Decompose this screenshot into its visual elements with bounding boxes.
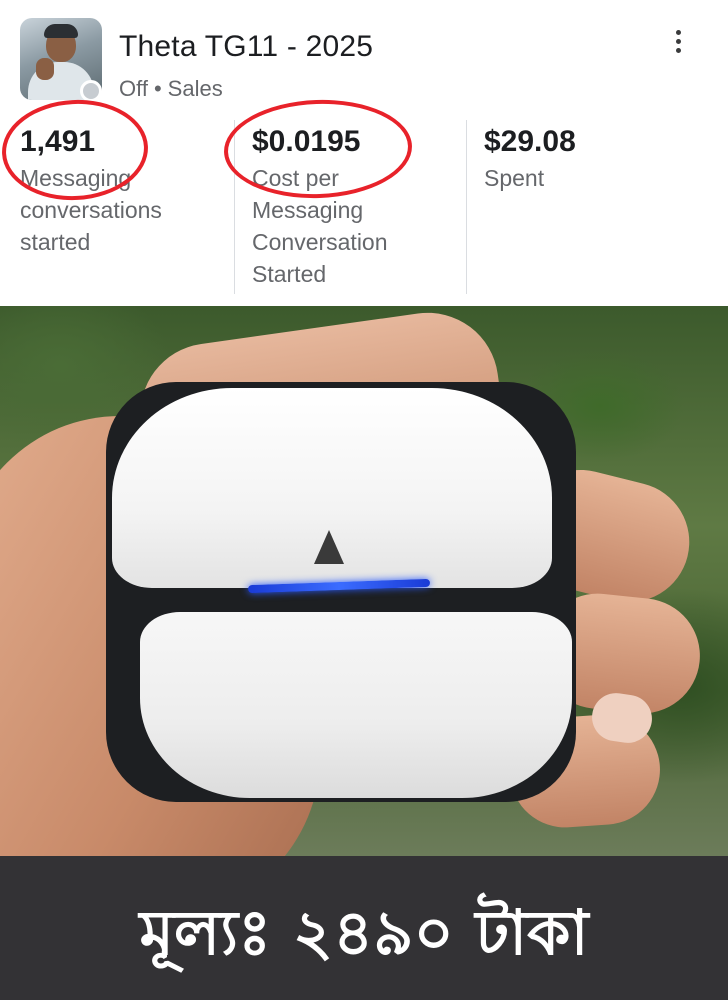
- campaign-title[interactable]: Theta TG11 - 2025: [119, 30, 373, 64]
- more-options-button[interactable]: [664, 26, 692, 60]
- status-dot-icon: [80, 80, 102, 102]
- case-lid-bottom: [140, 612, 572, 798]
- campaign-subtitle: Off • Sales: [119, 76, 223, 102]
- metric-label: Spent: [484, 165, 545, 191]
- price-text: মূল্যঃ ২৪৯০ টাকা: [139, 896, 589, 969]
- campaign-objective: Sales: [167, 76, 223, 101]
- brand-logo-icon: [314, 530, 344, 564]
- more-vertical-icon: [664, 30, 692, 53]
- avatar-hand: [36, 58, 54, 80]
- ad-summary-card: Theta TG11 - 2025 Off • Sales 1,491 Messag…: [0, 0, 728, 306]
- metric-divider: [466, 120, 467, 294]
- campaign-status: Off: [119, 76, 148, 101]
- product-photo: [0, 306, 728, 856]
- avatar-cap: [44, 24, 78, 38]
- metric-spent: $29.08 Spent: [484, 124, 684, 194]
- price-banner: মূল্যঃ ২৪৯০ টাকা: [0, 856, 728, 1000]
- metric-value: $29.08: [484, 125, 576, 158]
- subtitle-separator: •: [153, 76, 162, 101]
